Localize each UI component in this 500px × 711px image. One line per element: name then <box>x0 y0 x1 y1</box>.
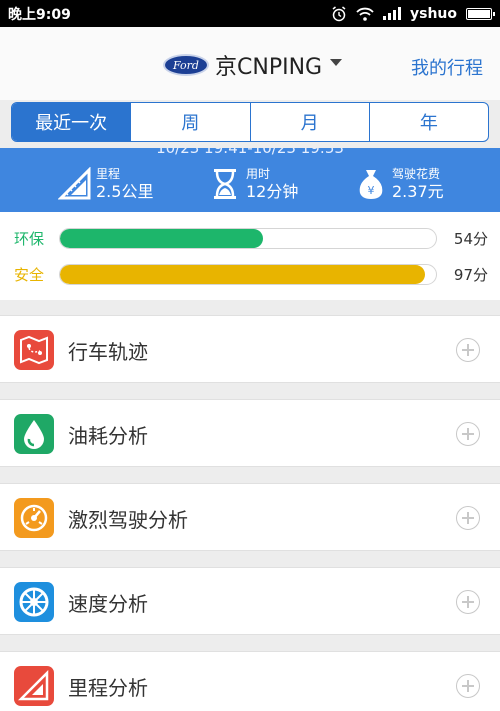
score-panel: 环保 54分 安全 97分 <box>0 212 500 300</box>
vehicle-selector[interactable]: Ford 京CNPING <box>163 49 343 81</box>
wheel-icon <box>14 582 54 622</box>
eco-score-label: 环保 <box>14 230 45 248</box>
menu-label-harsh-driving: 激烈驾驶分析 <box>68 508 188 532</box>
trip-date-range: 10/23 19:41-10/23 19:53 <box>156 148 344 157</box>
stat-cost: ¥ 驾驶花费 2.37元 <box>354 166 444 202</box>
hourglass-icon <box>214 169 236 199</box>
stat-distance-label: 里程 <box>96 167 121 181</box>
menu-item-harsh-driving[interactable]: 激烈驾驶分析 <box>0 483 500 551</box>
menu-item-speed[interactable]: 速度分析 <box>0 567 500 635</box>
trip-summary: 10/23 19:41-10/23 19:53 里程 2.5公里 用时 12分钟… <box>0 148 500 212</box>
menu-item-mileage[interactable]: 里程分析 <box>0 651 500 711</box>
menu-label-mileage: 里程分析 <box>68 676 148 700</box>
alarm-icon <box>332 5 346 21</box>
tab-month[interactable]: 月 <box>249 103 369 141</box>
status-time: 晚上9:09 <box>8 6 71 23</box>
status-icons: yshuo <box>331 5 495 22</box>
expand-plus-icon[interactable] <box>456 674 480 698</box>
vehicle-plate: 京CNPING <box>215 55 323 80</box>
eco-score-track <box>59 228 437 249</box>
eco-score-value: 54分 <box>453 230 488 248</box>
menu-label-speed: 速度分析 <box>68 592 148 616</box>
expand-plus-icon[interactable] <box>456 506 480 530</box>
wifi-icon <box>356 7 374 21</box>
tab-year[interactable]: 年 <box>368 103 488 141</box>
period-tabs: 最近一次 周 月 年 <box>11 102 489 142</box>
menu-item-fuel[interactable]: 油耗分析 <box>0 399 500 467</box>
expand-plus-icon[interactable] <box>456 590 480 614</box>
safety-score-track <box>59 264 437 285</box>
status-bar: 晚上9:09 yshuo <box>0 0 500 27</box>
stat-cost-label: 驾驶花费 <box>392 167 441 181</box>
expand-plus-icon[interactable] <box>456 422 480 446</box>
stat-duration-value: 12分钟 <box>246 182 299 201</box>
ruler-triangle-icon <box>58 167 91 200</box>
safety-score-label: 安全 <box>14 266 45 284</box>
stat-distance-value: 2.5公里 <box>96 182 154 201</box>
safety-score-row: 安全 97分 <box>0 262 500 286</box>
tab-latest[interactable]: 最近一次 <box>12 103 131 141</box>
menu-item-track[interactable]: 行车轨迹 <box>0 315 500 383</box>
map-track-icon <box>14 330 54 370</box>
ruler-triangle-icon <box>14 666 54 706</box>
ford-logo: Ford <box>163 54 209 76</box>
menu-label-fuel: 油耗分析 <box>68 424 148 448</box>
money-bag-icon: ¥ <box>359 170 383 199</box>
eco-score-fill <box>60 229 264 248</box>
signal-icon <box>382 7 401 20</box>
svg-text:¥: ¥ <box>368 184 375 197</box>
fuel-drop-icon <box>14 414 54 454</box>
stat-cost-value: 2.37元 <box>392 182 444 201</box>
stat-distance: 里程 2.5公里 <box>58 166 153 202</box>
dropdown-caret-icon <box>330 58 343 66</box>
carrier-name: yshuo <box>409 5 457 22</box>
header: Ford 京CNPING 我的行程 <box>0 27 500 100</box>
safety-score-value: 97分 <box>453 266 488 284</box>
gauge-icon <box>14 498 54 538</box>
stat-duration-label: 用时 <box>246 167 271 181</box>
eco-score-row: 环保 54分 <box>0 226 500 250</box>
my-trips-link[interactable]: 我的行程 <box>411 54 483 80</box>
safety-score-fill <box>60 265 425 284</box>
tab-week[interactable]: 周 <box>130 103 249 141</box>
stat-duration: 用时 12分钟 <box>208 166 298 202</box>
expand-plus-icon[interactable] <box>456 338 480 362</box>
battery-icon <box>466 7 495 20</box>
menu-label-track: 行车轨迹 <box>68 340 148 364</box>
